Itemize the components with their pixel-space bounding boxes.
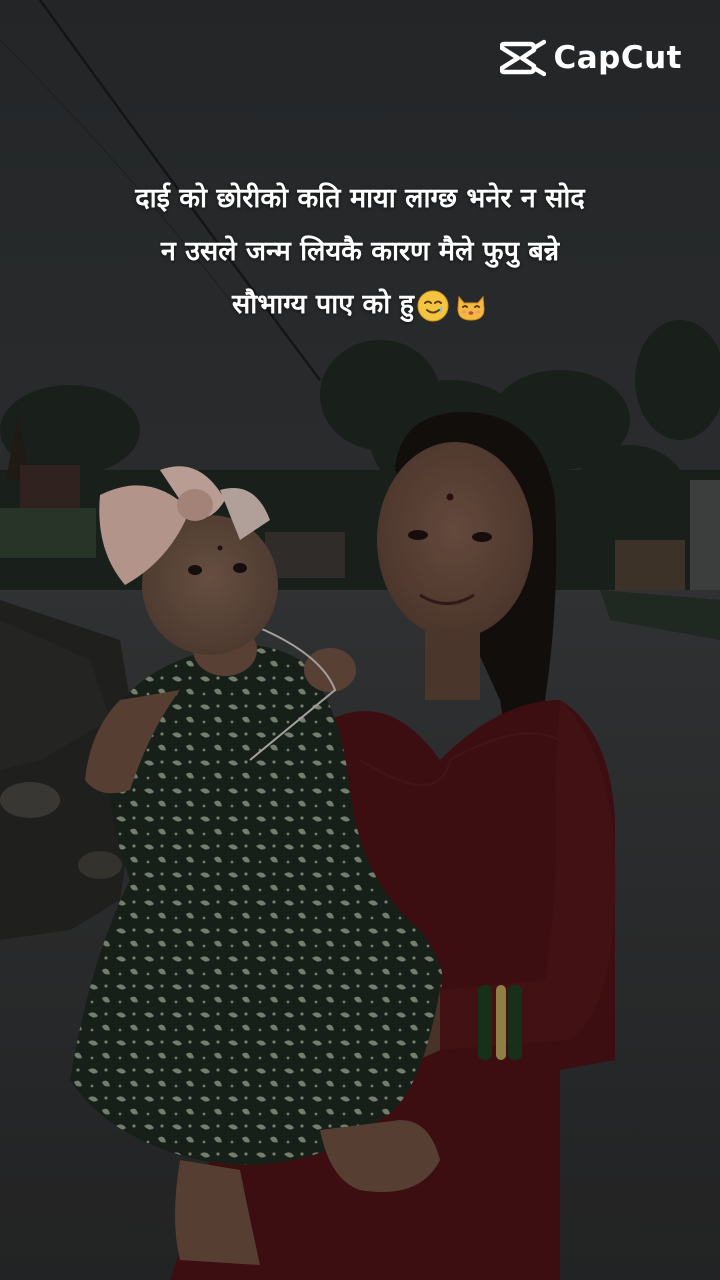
capcut-watermark: CapCut xyxy=(499,38,683,78)
caption-text: दाई को छोरीको कति माया लाग्छ भनेर न सोद … xyxy=(60,172,660,331)
caption-emojis xyxy=(416,289,488,323)
smiling-face-with-tear-icon xyxy=(417,290,449,321)
caption-line-3-text: सौभाग्य पाए को हु xyxy=(232,289,414,320)
caption-line-1: दाई को छोरीको कति माया लाग्छ भनेर न सोद xyxy=(135,183,585,214)
kissing-cat-icon xyxy=(457,295,485,321)
capcut-logo-icon xyxy=(499,39,546,77)
video-frame: CapCut दाई को छोरीको कति माया लाग्छ भनेर… xyxy=(0,0,720,1280)
brand-name: CapCut xyxy=(553,40,682,76)
caption-line-2: न उसले जन्म लियकै कारण मैले फुपु बन्ने xyxy=(160,236,560,267)
caption-line-3: सौभाग्य पाए को हु xyxy=(60,278,660,331)
